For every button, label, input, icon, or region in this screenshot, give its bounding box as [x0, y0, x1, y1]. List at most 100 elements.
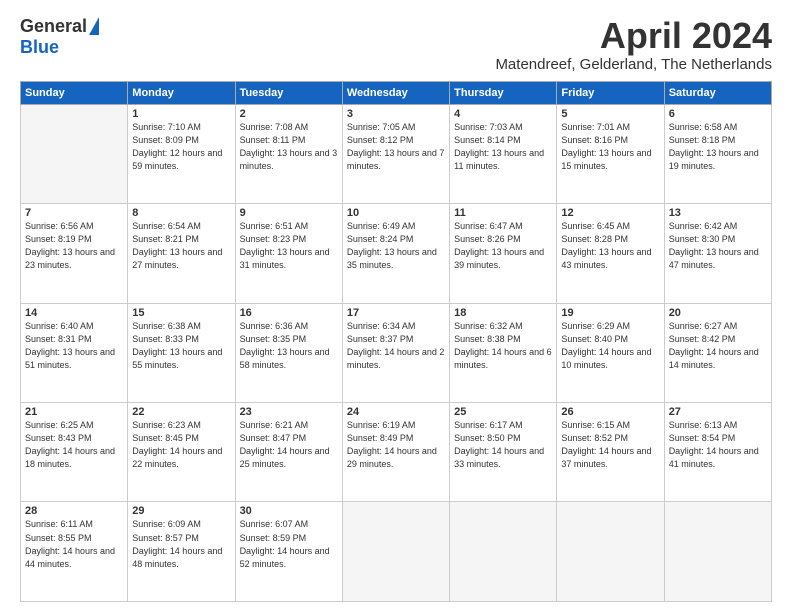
day-info: Sunrise: 6:40 AMSunset: 8:31 PMDaylight:… — [25, 320, 123, 372]
page: General Blue April 2024 Matendreef, Geld… — [0, 0, 792, 612]
day-info: Sunrise: 7:08 AMSunset: 8:11 PMDaylight:… — [240, 121, 338, 173]
day-info: Sunrise: 6:47 AMSunset: 8:26 PMDaylight:… — [454, 220, 552, 272]
day-info: Sunrise: 6:58 AMSunset: 8:18 PMDaylight:… — [669, 121, 767, 173]
table-row — [342, 502, 449, 602]
table-row: 3Sunrise: 7:05 AMSunset: 8:12 PMDaylight… — [342, 104, 449, 203]
day-number: 13 — [669, 207, 767, 219]
table-row: 20Sunrise: 6:27 AMSunset: 8:42 PMDayligh… — [664, 303, 771, 402]
table-row — [557, 502, 664, 602]
day-number: 29 — [132, 505, 230, 517]
calendar-week-row: 28Sunrise: 6:11 AMSunset: 8:55 PMDayligh… — [21, 502, 772, 602]
table-row: 26Sunrise: 6:15 AMSunset: 8:52 PMDayligh… — [557, 403, 664, 502]
day-info: Sunrise: 6:27 AMSunset: 8:42 PMDaylight:… — [669, 320, 767, 372]
logo: General Blue — [20, 16, 99, 58]
calendar-week-row: 7Sunrise: 6:56 AMSunset: 8:19 PMDaylight… — [21, 204, 772, 303]
day-number: 27 — [669, 406, 767, 418]
day-number: 24 — [347, 406, 445, 418]
table-row: 15Sunrise: 6:38 AMSunset: 8:33 PMDayligh… — [128, 303, 235, 402]
day-number: 21 — [25, 406, 123, 418]
day-number: 1 — [132, 108, 230, 120]
day-number: 23 — [240, 406, 338, 418]
month-title: April 2024 — [495, 16, 772, 56]
table-row: 29Sunrise: 6:09 AMSunset: 8:57 PMDayligh… — [128, 502, 235, 602]
day-info: Sunrise: 6:56 AMSunset: 8:19 PMDaylight:… — [25, 220, 123, 272]
title-block: April 2024 Matendreef, Gelderland, The N… — [495, 16, 772, 73]
table-row: 1Sunrise: 7:10 AMSunset: 8:09 PMDaylight… — [128, 104, 235, 203]
logo-triangle-icon — [89, 17, 99, 35]
day-info: Sunrise: 6:29 AMSunset: 8:40 PMDaylight:… — [561, 320, 659, 372]
col-tuesday: Tuesday — [235, 81, 342, 104]
calendar-week-row: 14Sunrise: 6:40 AMSunset: 8:31 PMDayligh… — [21, 303, 772, 402]
day-info: Sunrise: 6:51 AMSunset: 8:23 PMDaylight:… — [240, 220, 338, 272]
day-number: 11 — [454, 207, 552, 219]
table-row: 5Sunrise: 7:01 AMSunset: 8:16 PMDaylight… — [557, 104, 664, 203]
day-info: Sunrise: 7:05 AMSunset: 8:12 PMDaylight:… — [347, 121, 445, 173]
table-row: 28Sunrise: 6:11 AMSunset: 8:55 PMDayligh… — [21, 502, 128, 602]
day-number: 14 — [25, 307, 123, 319]
table-row: 27Sunrise: 6:13 AMSunset: 8:54 PMDayligh… — [664, 403, 771, 502]
table-row: 24Sunrise: 6:19 AMSunset: 8:49 PMDayligh… — [342, 403, 449, 502]
day-number: 6 — [669, 108, 767, 120]
table-row — [450, 502, 557, 602]
table-row: 30Sunrise: 6:07 AMSunset: 8:59 PMDayligh… — [235, 502, 342, 602]
table-row: 13Sunrise: 6:42 AMSunset: 8:30 PMDayligh… — [664, 204, 771, 303]
day-number: 2 — [240, 108, 338, 120]
day-number: 10 — [347, 207, 445, 219]
day-info: Sunrise: 6:11 AMSunset: 8:55 PMDaylight:… — [25, 518, 123, 570]
day-info: Sunrise: 6:38 AMSunset: 8:33 PMDaylight:… — [132, 320, 230, 372]
table-row: 10Sunrise: 6:49 AMSunset: 8:24 PMDayligh… — [342, 204, 449, 303]
table-row: 6Sunrise: 6:58 AMSunset: 8:18 PMDaylight… — [664, 104, 771, 203]
day-number: 28 — [25, 505, 123, 517]
logo-general-text: General — [20, 16, 87, 37]
day-number: 4 — [454, 108, 552, 120]
col-friday: Friday — [557, 81, 664, 104]
col-saturday: Saturday — [664, 81, 771, 104]
day-info: Sunrise: 6:34 AMSunset: 8:37 PMDaylight:… — [347, 320, 445, 372]
table-row: 8Sunrise: 6:54 AMSunset: 8:21 PMDaylight… — [128, 204, 235, 303]
day-number: 30 — [240, 505, 338, 517]
day-number: 16 — [240, 307, 338, 319]
table-row: 2Sunrise: 7:08 AMSunset: 8:11 PMDaylight… — [235, 104, 342, 203]
table-row: 25Sunrise: 6:17 AMSunset: 8:50 PMDayligh… — [450, 403, 557, 502]
day-info: Sunrise: 6:19 AMSunset: 8:49 PMDaylight:… — [347, 419, 445, 471]
day-number: 22 — [132, 406, 230, 418]
col-monday: Monday — [128, 81, 235, 104]
day-info: Sunrise: 6:45 AMSunset: 8:28 PMDaylight:… — [561, 220, 659, 272]
day-number: 25 — [454, 406, 552, 418]
day-info: Sunrise: 7:01 AMSunset: 8:16 PMDaylight:… — [561, 121, 659, 173]
day-number: 8 — [132, 207, 230, 219]
calendar-week-row: 21Sunrise: 6:25 AMSunset: 8:43 PMDayligh… — [21, 403, 772, 502]
day-info: Sunrise: 7:03 AMSunset: 8:14 PMDaylight:… — [454, 121, 552, 173]
table-row: 4Sunrise: 7:03 AMSunset: 8:14 PMDaylight… — [450, 104, 557, 203]
calendar-week-row: 1Sunrise: 7:10 AMSunset: 8:09 PMDaylight… — [21, 104, 772, 203]
day-info: Sunrise: 6:17 AMSunset: 8:50 PMDaylight:… — [454, 419, 552, 471]
day-info: Sunrise: 6:07 AMSunset: 8:59 PMDaylight:… — [240, 518, 338, 570]
table-row: 17Sunrise: 6:34 AMSunset: 8:37 PMDayligh… — [342, 303, 449, 402]
table-row: 23Sunrise: 6:21 AMSunset: 8:47 PMDayligh… — [235, 403, 342, 502]
table-row: 16Sunrise: 6:36 AMSunset: 8:35 PMDayligh… — [235, 303, 342, 402]
day-number: 17 — [347, 307, 445, 319]
day-info: Sunrise: 6:36 AMSunset: 8:35 PMDaylight:… — [240, 320, 338, 372]
table-row: 11Sunrise: 6:47 AMSunset: 8:26 PMDayligh… — [450, 204, 557, 303]
day-info: Sunrise: 6:15 AMSunset: 8:52 PMDaylight:… — [561, 419, 659, 471]
table-row: 22Sunrise: 6:23 AMSunset: 8:45 PMDayligh… — [128, 403, 235, 502]
location-subtitle: Matendreef, Gelderland, The Netherlands — [495, 56, 772, 73]
day-info: Sunrise: 6:09 AMSunset: 8:57 PMDaylight:… — [132, 518, 230, 570]
day-info: Sunrise: 6:42 AMSunset: 8:30 PMDaylight:… — [669, 220, 767, 272]
day-number: 5 — [561, 108, 659, 120]
day-info: Sunrise: 6:54 AMSunset: 8:21 PMDaylight:… — [132, 220, 230, 272]
col-sunday: Sunday — [21, 81, 128, 104]
header: General Blue April 2024 Matendreef, Geld… — [20, 16, 772, 73]
table-row: 19Sunrise: 6:29 AMSunset: 8:40 PMDayligh… — [557, 303, 664, 402]
day-info: Sunrise: 7:10 AMSunset: 8:09 PMDaylight:… — [132, 121, 230, 173]
day-number: 20 — [669, 307, 767, 319]
day-info: Sunrise: 6:49 AMSunset: 8:24 PMDaylight:… — [347, 220, 445, 272]
table-row: 9Sunrise: 6:51 AMSunset: 8:23 PMDaylight… — [235, 204, 342, 303]
logo-blue-text: Blue — [20, 37, 59, 58]
table-row — [21, 104, 128, 203]
day-info: Sunrise: 6:32 AMSunset: 8:38 PMDaylight:… — [454, 320, 552, 372]
day-info: Sunrise: 6:23 AMSunset: 8:45 PMDaylight:… — [132, 419, 230, 471]
day-number: 9 — [240, 207, 338, 219]
table-row: 21Sunrise: 6:25 AMSunset: 8:43 PMDayligh… — [21, 403, 128, 502]
col-wednesday: Wednesday — [342, 81, 449, 104]
